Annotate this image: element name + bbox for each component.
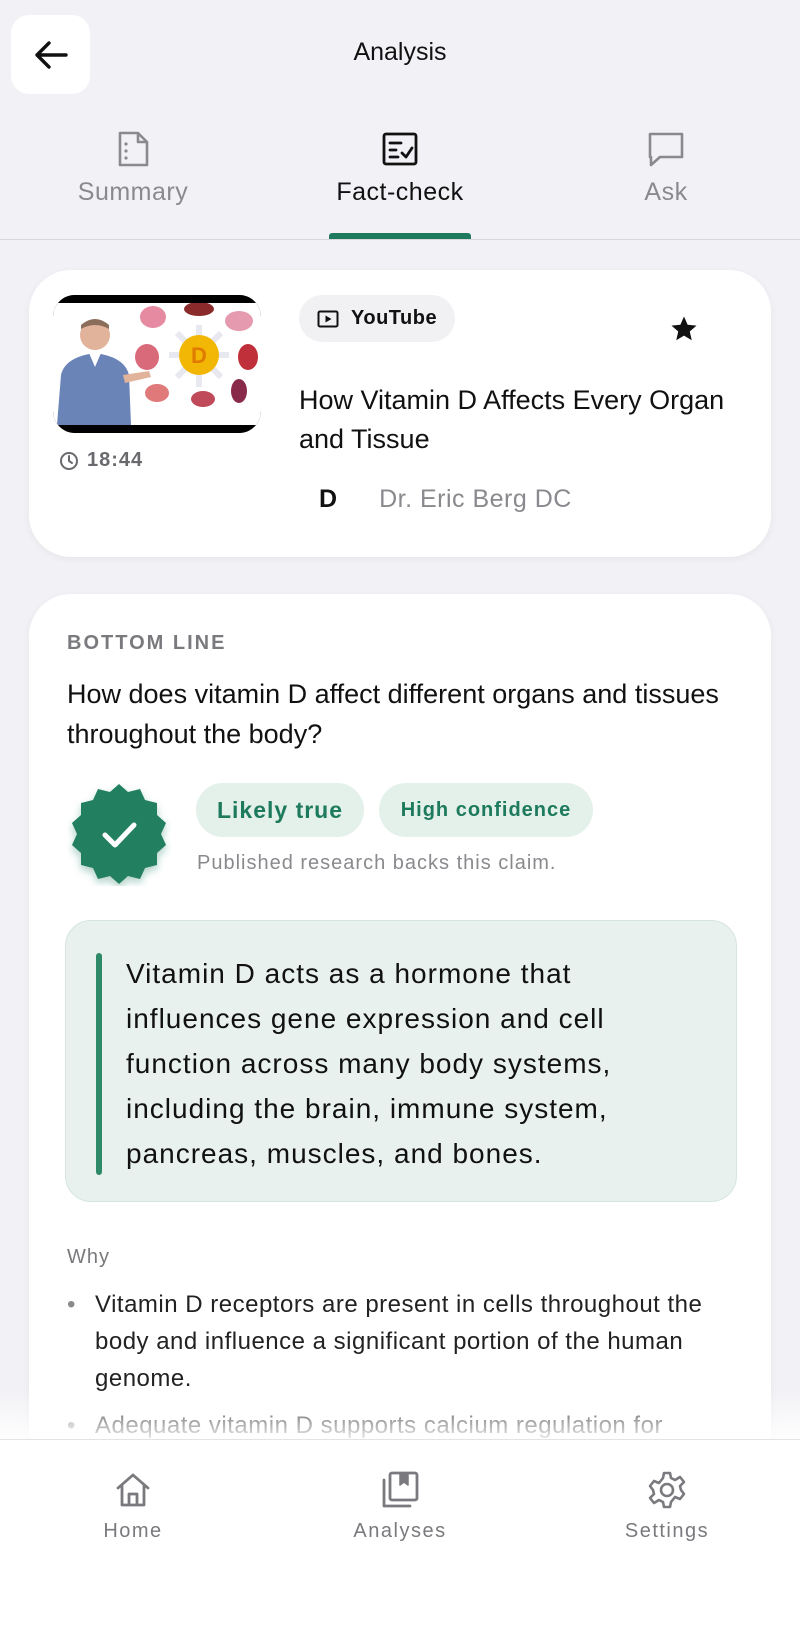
home-icon <box>116 1473 150 1507</box>
platform-label: YouTube <box>351 307 438 329</box>
video-card[interactable]: D 18:44 YouTube How Vitamin D Affects Ev… <box>29 270 771 557</box>
nav-home-label: Home <box>103 1520 163 1542</box>
video-duration: 18:44 <box>59 449 143 472</box>
bookmark-stack-icon <box>382 1471 419 1508</box>
platform-chip: YouTube <box>299 295 456 342</box>
confidence-chip: High confidence <box>379 783 593 837</box>
why-list: Vitamin D receptors are present in cells… <box>67 1286 727 1454</box>
tab-summary[interactable]: Summary <box>23 130 243 207</box>
tab-fact-check-label: Fact-check <box>336 178 464 206</box>
duration-text: 18:44 <box>87 449 144 471</box>
tab-ask[interactable]: Ask <box>556 130 776 207</box>
claim-question: How does vitamin D affect different orga… <box>67 679 719 749</box>
nav-home[interactable]: Home <box>43 1470 223 1543</box>
clock-icon <box>60 451 78 470</box>
verified-badge-icon <box>72 784 166 884</box>
tab-ask-label: Ask <box>644 178 688 206</box>
summary-quote-box: Vitamin D acts as a hormone that influen… <box>65 920 737 1202</box>
thumbnail-image: D <box>53 295 261 433</box>
channel-name: Dr. Eric Berg DC <box>379 485 572 513</box>
summary-quote: Vitamin D acts as a hormone that influen… <box>126 958 612 1169</box>
why-label: Why <box>67 1246 110 1268</box>
nav-analyses-label: Analyses <box>353 1520 447 1542</box>
header: Analysis <box>0 0 800 110</box>
star-icon[interactable] <box>669 314 699 344</box>
verdict-note: Published research backs this claim. <box>197 852 557 874</box>
list-item: Vitamin D receptors are present in cells… <box>67 1286 727 1397</box>
video-title: How Vitamin D Affects Every Organ and Ti… <box>299 385 725 454</box>
play-icon <box>317 310 339 327</box>
channel-row: D Dr. Eric Berg DC <box>319 485 572 514</box>
document-icon <box>118 131 149 167</box>
nav-settings-label: Settings <box>624 1520 710 1542</box>
bottom-nav: Home Analyses Settings <box>0 1439 800 1629</box>
gear-icon <box>648 1471 686 1509</box>
video-thumbnail[interactable]: D <box>53 295 261 433</box>
chat-bubble-icon <box>648 132 684 167</box>
section-label: BOTTOM LINE <box>67 632 227 654</box>
tab-bar: Summary Fact-check Ask <box>0 120 800 240</box>
nav-settings[interactable]: Settings <box>577 1470 757 1543</box>
verdict-chip: Likely true <box>196 783 364 837</box>
nav-analyses[interactable]: Analyses <box>310 1470 490 1543</box>
tab-summary-label: Summary <box>77 178 189 206</box>
channel-avatar: D <box>319 485 338 513</box>
svg-text:D: D <box>191 343 207 368</box>
active-tab-indicator <box>329 233 471 239</box>
page-title: Analysis <box>353 38 447 66</box>
tab-fact-check[interactable]: Fact-check <box>290 130 510 207</box>
checklist-icon <box>382 132 418 166</box>
quote-accent-bar <box>96 953 102 1175</box>
